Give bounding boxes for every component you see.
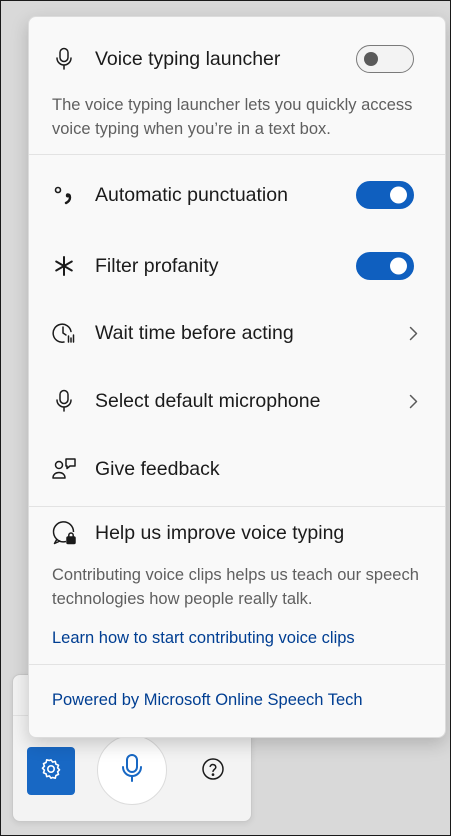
toggle-knob bbox=[390, 186, 407, 204]
wait-time-label: Wait time before acting bbox=[95, 321, 294, 344]
speech-lock-icon bbox=[51, 520, 77, 546]
section-divider bbox=[29, 506, 445, 507]
automatic-punctuation-row: Automatic punctuation bbox=[29, 175, 445, 215]
toggle-knob bbox=[364, 52, 378, 66]
wait-time-row[interactable]: Wait time before acting bbox=[29, 313, 445, 353]
filter-profanity-toggle[interactable] bbox=[356, 252, 414, 280]
voice-typing-launcher-description: The voice typing launcher lets you quick… bbox=[52, 96, 413, 138]
select-microphone-row[interactable]: Select default microphone bbox=[29, 381, 445, 421]
microphone-icon bbox=[51, 388, 77, 414]
chevron-right-icon bbox=[407, 325, 419, 341]
voice-typing-launcher-label: Voice typing launcher bbox=[95, 47, 281, 70]
microphone-button[interactable] bbox=[97, 735, 167, 805]
feedback-icon bbox=[51, 456, 77, 482]
give-feedback-row[interactable]: Give feedback bbox=[29, 449, 445, 489]
chevron-right-icon bbox=[407, 393, 419, 409]
microphone-icon bbox=[51, 46, 77, 72]
timer-icon bbox=[51, 320, 77, 346]
help-icon bbox=[201, 757, 225, 786]
automatic-punctuation-label: Automatic punctuation bbox=[95, 183, 288, 206]
filter-profanity-row: Filter profanity bbox=[29, 246, 445, 286]
help-improve-label: Help us improve voice typing bbox=[95, 521, 345, 544]
section-divider bbox=[29, 154, 445, 155]
powered-by-link[interactable]: Powered by Microsoft Online Speech Tech bbox=[52, 691, 363, 710]
toggle-knob bbox=[390, 257, 407, 275]
gear-icon bbox=[39, 757, 63, 786]
voice-typing-launcher-toggle[interactable] bbox=[356, 45, 414, 73]
voice-typing-settings-flyout: Voice typing launcher The voice typing l… bbox=[28, 16, 446, 738]
help-button[interactable] bbox=[199, 757, 227, 785]
settings-button[interactable] bbox=[27, 747, 75, 795]
select-microphone-label: Select default microphone bbox=[95, 389, 321, 412]
give-feedback-label: Give feedback bbox=[95, 457, 220, 480]
voice-typing-launcher-row: Voice typing launcher bbox=[29, 39, 445, 79]
section-divider bbox=[29, 664, 445, 665]
filter-profanity-label: Filter profanity bbox=[95, 254, 219, 277]
help-improve-row: Help us improve voice typing bbox=[29, 513, 445, 553]
asterisk-icon bbox=[51, 253, 77, 279]
punctuation-icon bbox=[51, 182, 77, 208]
help-improve-description: Contributing voice clips helps us teach … bbox=[52, 566, 419, 608]
microphone-icon bbox=[119, 753, 145, 788]
automatic-punctuation-toggle[interactable] bbox=[356, 181, 414, 209]
contribute-voice-clips-link[interactable]: Learn how to start contributing voice cl… bbox=[52, 629, 355, 648]
